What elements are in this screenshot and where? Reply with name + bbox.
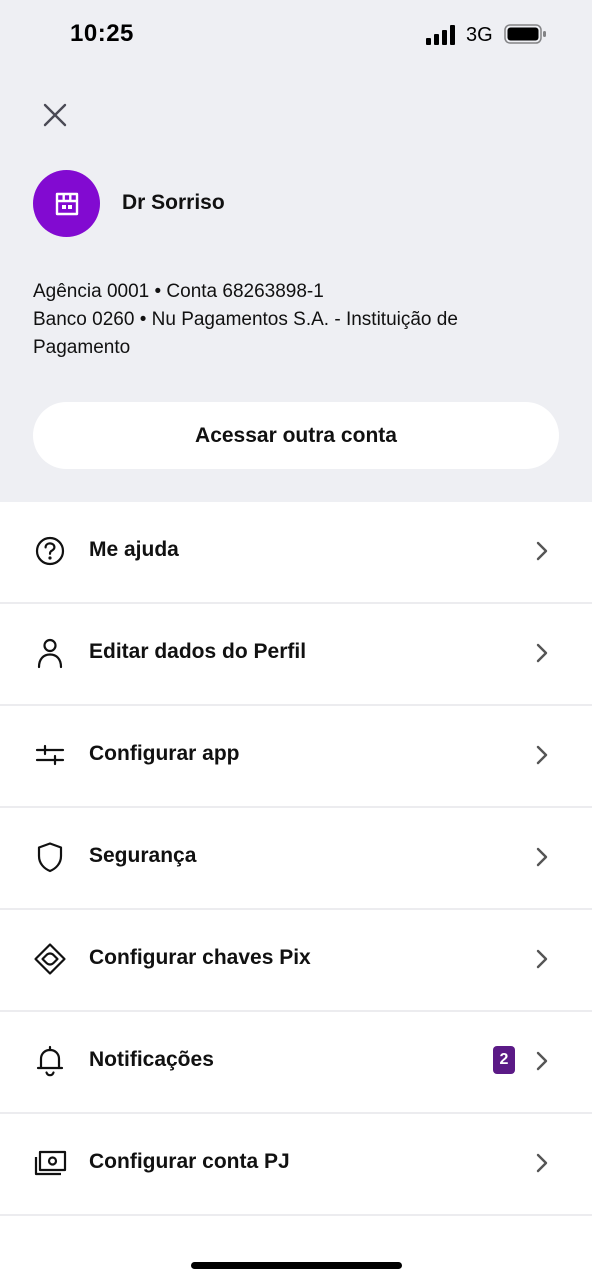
chevron-right-icon	[536, 1153, 548, 1173]
status-bar: 10:25 3G	[0, 0, 592, 70]
menu-item-pix-keys[interactable]: Configurar chaves Pix	[0, 910, 592, 1012]
sliders-icon	[35, 744, 65, 766]
account-line-institution: Pagamento	[33, 337, 131, 358]
status-time: 10:25	[70, 20, 134, 47]
profile-name: Dr Sorriso	[122, 191, 225, 214]
menu-item-security[interactable]: Segurança	[0, 808, 592, 910]
account-info: Agência 0001 • Conta 68263898-1 Banco 02…	[33, 278, 553, 362]
help-circle-icon	[35, 536, 65, 566]
close-icon	[43, 103, 67, 127]
chevron-right-icon	[536, 847, 548, 867]
menu-item-edit-profile[interactable]: Editar dados do Perfil	[0, 604, 592, 706]
store-icon	[55, 192, 78, 215]
menu-item-help[interactable]: Me ajuda	[0, 502, 592, 604]
account-line-bank: Banco 0260 • Nu Pagamentos S.A. - Instit…	[33, 309, 458, 330]
close-button[interactable]	[36, 96, 74, 134]
menu-item-label: Notificações	[89, 1048, 214, 1071]
menu-item-label: Editar dados do Perfil	[89, 640, 307, 663]
account-line-agency: Agência 0001 • Conta 68263898-1	[33, 281, 324, 302]
header-section: 10:25 3G Dr Sorriso Agência 0001 • Conta…	[0, 0, 592, 502]
network-type: 3G	[466, 24, 493, 46]
settings-menu: Me ajuda Editar dados do Perfil Configur…	[0, 502, 592, 1216]
menu-item-pj-account[interactable]: Configurar conta PJ	[0, 1114, 592, 1216]
shield-icon	[37, 842, 63, 873]
chevron-right-icon	[536, 643, 548, 663]
business-account-icon	[34, 1150, 67, 1176]
menu-item-notifications[interactable]: Notificações 2	[0, 1012, 592, 1114]
menu-item-label: Configurar chaves Pix	[89, 946, 311, 969]
cellular-signal-icon	[426, 25, 458, 45]
chevron-right-icon	[536, 541, 548, 561]
home-indicator[interactable]	[191, 1262, 402, 1269]
pix-icon	[34, 943, 66, 975]
notification-count-badge: 2	[493, 1046, 515, 1074]
bell-icon	[36, 1045, 64, 1077]
menu-item-label: Configurar conta PJ	[89, 1150, 290, 1173]
chevron-right-icon	[536, 1051, 548, 1071]
menu-item-label: Configurar app	[89, 742, 240, 765]
battery-icon	[504, 24, 546, 44]
menu-item-configure-app[interactable]: Configurar app	[0, 706, 592, 808]
chevron-right-icon	[536, 745, 548, 765]
menu-item-label: Me ajuda	[89, 538, 179, 561]
access-other-account-button[interactable]: Acessar outra conta	[33, 402, 559, 469]
chevron-right-icon	[536, 949, 548, 969]
user-icon	[37, 638, 63, 669]
avatar[interactable]	[33, 170, 100, 237]
menu-item-label: Segurança	[89, 844, 197, 867]
